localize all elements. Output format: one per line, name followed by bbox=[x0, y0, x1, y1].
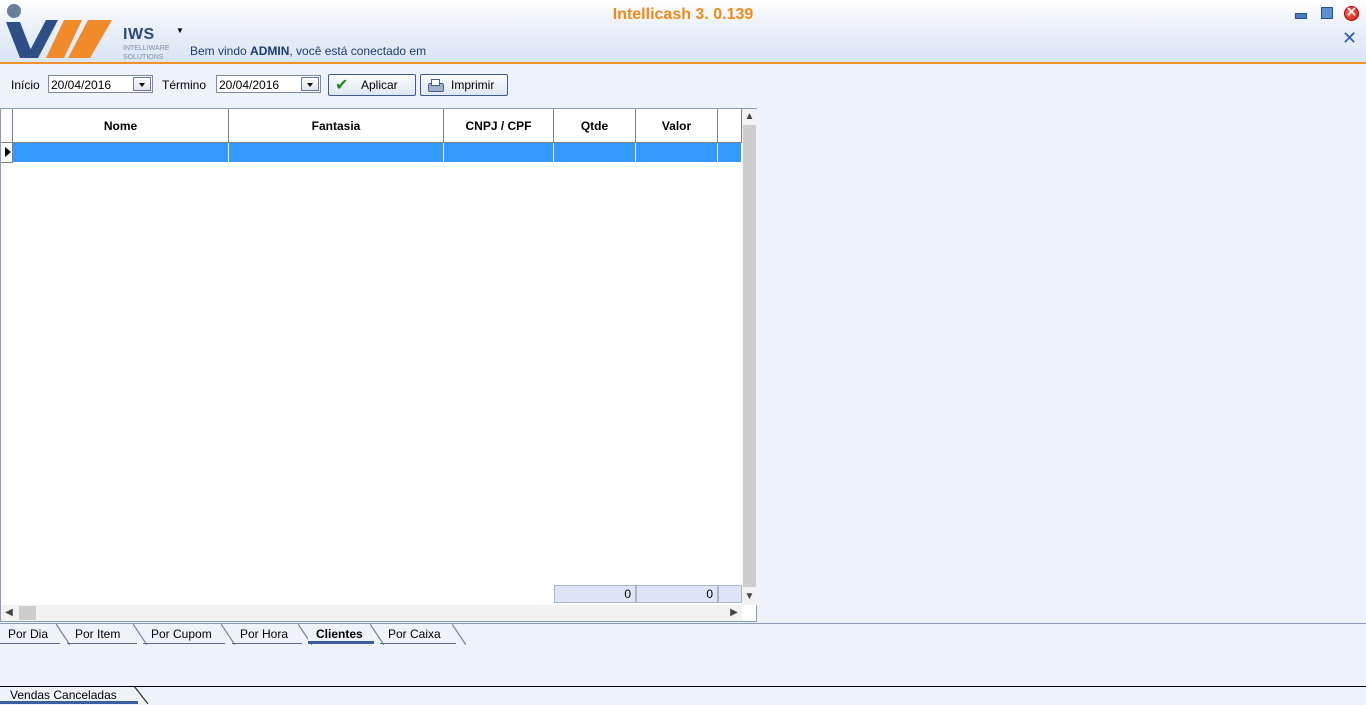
calendar-dropdown-icon[interactable] bbox=[133, 77, 151, 91]
apply-button[interactable]: Aplicar bbox=[328, 74, 416, 96]
tab-por-item[interactable]: Por Item bbox=[67, 624, 147, 645]
table-row-cell-filler bbox=[718, 143, 742, 163]
table-row-cell-cnpj-cpf[interactable] bbox=[444, 143, 554, 163]
tab-clientes[interactable]: Clientes bbox=[308, 624, 384, 645]
report-tabs: Por Dia Por Item Por Cupom Por Hora Clie… bbox=[0, 623, 1366, 646]
clients-grid[interactable]: Nome Fantasia CNPJ / CPF Qtde Valor 0 0 … bbox=[0, 108, 757, 622]
end-date-field[interactable]: 20/04/2016 bbox=[216, 75, 321, 93]
menu-dropdown-icon[interactable]: ▼ bbox=[176, 26, 184, 35]
tab-por-hora[interactable]: Por Hora bbox=[232, 624, 312, 645]
minimize-icon[interactable] bbox=[1294, 6, 1308, 20]
horizontal-scrollbar[interactable]: ◀ ▶ bbox=[1, 605, 742, 621]
scroll-right-icon[interactable]: ▶ bbox=[726, 605, 742, 621]
brand-sub-1: INTELLIWARE bbox=[123, 45, 170, 52]
column-header-valor[interactable]: Valor bbox=[636, 109, 718, 143]
check-icon bbox=[335, 75, 351, 94]
tab-por-dia[interactable]: Por Dia bbox=[0, 624, 70, 645]
print-button[interactable]: Imprimir bbox=[420, 74, 508, 96]
printer-icon bbox=[427, 77, 444, 93]
scroll-up-icon[interactable]: ▲ bbox=[742, 109, 757, 125]
close-document-icon[interactable]: ✕ bbox=[1342, 28, 1357, 49]
vertical-scrollbar[interactable]: ▲ ▼ bbox=[742, 109, 757, 605]
column-header-filler bbox=[718, 109, 742, 143]
brand-block: IWS INTELLIWARE SOLUTIONS bbox=[123, 26, 169, 62]
end-date-value: 20/04/2016 bbox=[219, 78, 280, 92]
title-bar: IWS INTELLIWARE SOLUTIONS ▼ Bem vindo AD… bbox=[0, 0, 1366, 64]
table-row-cell-fantasia[interactable] bbox=[229, 143, 444, 163]
brand-sub-2: SOLUTIONS bbox=[123, 54, 164, 61]
welcome-message: Bem vindo ADMIN, você está conectado em bbox=[190, 44, 427, 58]
print-label: Imprimir bbox=[451, 78, 495, 92]
row-indicator-icon[interactable] bbox=[1, 143, 13, 163]
calendar-dropdown-icon[interactable] bbox=[301, 77, 319, 91]
close-icon[interactable] bbox=[1344, 4, 1359, 21]
table-row-cell-nome[interactable] bbox=[13, 143, 229, 163]
column-header-qtde[interactable]: Qtde bbox=[554, 109, 636, 143]
start-date-value: 20/04/2016 bbox=[51, 78, 112, 92]
brand-name: IWS bbox=[123, 26, 155, 43]
start-date-label: Início bbox=[11, 78, 40, 92]
total-valor: 0 bbox=[636, 585, 718, 603]
header-indicator bbox=[1, 109, 13, 143]
table-row-cell-valor[interactable] bbox=[636, 143, 718, 163]
column-header-nome[interactable]: Nome bbox=[13, 109, 229, 143]
total-filler bbox=[718, 585, 742, 603]
start-date-field[interactable]: 20/04/2016 bbox=[48, 75, 153, 93]
maximize-icon[interactable] bbox=[1320, 6, 1334, 20]
filter-toolbar: Início 20/04/2016 Término 20/04/2016 Apl… bbox=[0, 64, 1366, 106]
app-title: Intellicash 3. 0.139 bbox=[612, 6, 754, 23]
column-header-fantasia[interactable]: Fantasia bbox=[229, 109, 444, 143]
apply-label: Aplicar bbox=[361, 78, 398, 92]
welcome-user: ADMIN bbox=[250, 44, 290, 58]
table-row-cell-qtde[interactable] bbox=[554, 143, 636, 163]
scroll-down-icon[interactable]: ▼ bbox=[742, 589, 757, 605]
bottom-tab-bar: Vendas Canceladas bbox=[0, 686, 1366, 705]
horizontal-scroll-thumb[interactable] bbox=[19, 606, 36, 620]
tab-por-cupom[interactable]: Por Cupom bbox=[143, 624, 235, 645]
total-qtde: 0 bbox=[554, 585, 636, 603]
scroll-left-icon[interactable]: ◀ bbox=[1, 605, 17, 621]
tab-por-caixa[interactable]: Por Caixa bbox=[380, 624, 466, 645]
end-date-label: Término bbox=[162, 78, 207, 92]
vertical-scroll-thumb[interactable] bbox=[743, 125, 756, 587]
tab-vendas-canceladas[interactable]: Vendas Canceladas bbox=[0, 686, 148, 704]
column-header-cnpj-cpf[interactable]: CNPJ / CPF bbox=[444, 109, 554, 143]
